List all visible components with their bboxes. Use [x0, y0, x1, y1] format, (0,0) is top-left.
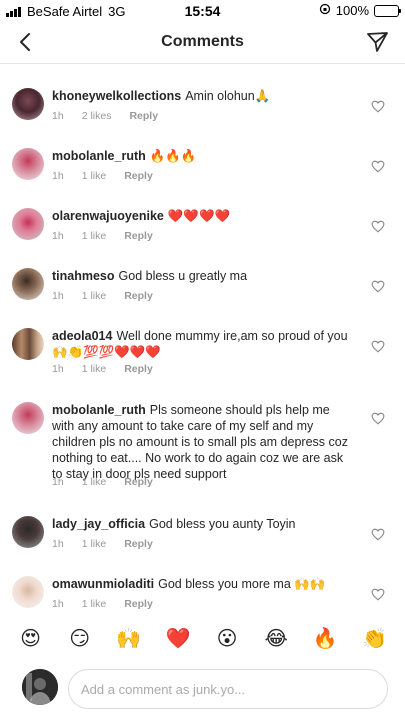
comment-text-block: mobolanle_ruth 🔥🔥🔥 — [52, 148, 352, 164]
avatar[interactable] — [12, 402, 44, 434]
like-heart-icon[interactable] — [371, 160, 385, 173]
comment-likes[interactable]: 1 like — [82, 170, 107, 182]
comment-likes[interactable]: 1 like — [82, 538, 107, 550]
reply-button[interactable]: Reply — [124, 476, 153, 488]
raised-hands-emoji-button[interactable]: 🙌 — [116, 626, 141, 650]
page-title: Comments — [161, 33, 244, 50]
comment-meta: 1h 1 like Reply — [52, 230, 153, 242]
comment-username[interactable]: tinahmeso — [52, 269, 115, 283]
avatar[interactable] — [12, 148, 44, 180]
avatar[interactable] — [12, 328, 44, 360]
comment-input-wrapper[interactable] — [68, 669, 388, 709]
comment-meta: 1h 1 like Reply — [52, 363, 153, 375]
comment-likes[interactable]: 2 likes — [82, 110, 112, 122]
clapping-hands-emoji-button[interactable]: 👏 — [362, 626, 387, 650]
comment-time: 1h — [52, 598, 64, 610]
comment-time: 1h — [52, 110, 64, 122]
comment-likes[interactable]: 1 like — [82, 598, 107, 610]
like-heart-icon[interactable] — [371, 220, 385, 233]
direct-send-icon — [367, 32, 388, 52]
comment-time: 1h — [52, 363, 64, 375]
like-heart-icon[interactable] — [371, 528, 385, 541]
avatar[interactable] — [12, 516, 44, 548]
comment-username[interactable]: omawunmioladiti — [52, 577, 154, 591]
laughing-tears-emoji-button[interactable]: 😂 — [264, 626, 288, 650]
reply-button[interactable]: Reply — [124, 363, 153, 375]
reply-button[interactable]: Reply — [124, 170, 153, 182]
comment-likes[interactable]: 1 like — [82, 230, 107, 242]
avatar[interactable] — [12, 268, 44, 300]
nav-bar: Comments — [0, 22, 405, 64]
comment-text: Amin olohun🙏 — [185, 89, 271, 103]
comment-username[interactable]: lady_jay_officia — [52, 517, 145, 531]
like-heart-icon[interactable] — [371, 340, 385, 353]
comment-composer — [0, 660, 405, 720]
comment-time: 1h — [52, 538, 64, 550]
emoji-quick-bar: 😍 😏 🙌 ❤️ 😮 😂 🔥 👏 — [0, 620, 405, 656]
comment-meta: 1h 1 like Reply — [52, 170, 153, 182]
avatar[interactable] — [12, 208, 44, 240]
comment-text-block: adeola014 Well done mummy ire,am so proud… — [52, 328, 352, 360]
comment-username[interactable]: adeola014 — [52, 329, 112, 343]
comment-username[interactable]: mobolanle_ruth — [52, 149, 146, 163]
like-heart-icon[interactable] — [371, 280, 385, 293]
share-button[interactable] — [365, 30, 389, 54]
comment-time: 1h — [52, 290, 64, 302]
comment-text-block: omawunmioladiti God bless you more ma 🙌🙌 — [52, 576, 352, 592]
reply-button[interactable]: Reply — [124, 598, 153, 610]
comment-meta: 1h 1 like Reply — [52, 290, 153, 302]
status-right: 100% — [319, 3, 401, 18]
status-bar: BeSafe Airtel 3G 15:54 100% — [0, 0, 405, 22]
comment-text-block: lady_jay_officia God bless you aunty Toyi… — [52, 516, 352, 532]
orientation-lock-icon — [319, 3, 331, 18]
comment-text-block: olarenwajuoyenike ❤️❤️❤️❤️ — [52, 208, 352, 224]
battery-icon — [374, 4, 401, 17]
comment-time: 1h — [52, 476, 64, 488]
comment-text: God bless u greatly ma — [118, 269, 248, 283]
comment-input[interactable] — [69, 670, 387, 708]
comment-meta: 1h 1 like Reply — [52, 476, 153, 488]
like-heart-icon[interactable] — [371, 412, 385, 425]
reply-button[interactable]: Reply — [124, 538, 153, 550]
comment-text-block: mobolanle_ruth Pls someone should pls hel… — [52, 402, 352, 482]
comment-time: 1h — [52, 170, 64, 182]
like-heart-icon[interactable] — [371, 588, 385, 601]
comment-text: God bless you more ma 🙌🙌 — [158, 577, 326, 591]
comment-text-block: khoneywelkollections Amin olohun🙏 — [52, 88, 352, 104]
heart-eyes-emoji-button[interactable]: 😍 — [19, 626, 43, 650]
comment-meta: 1h 1 like Reply — [52, 538, 153, 550]
avatar-photo-icon — [22, 669, 58, 705]
comment-text: God bless you aunty Toyin — [149, 517, 296, 531]
comment-text: 🔥🔥🔥 — [149, 149, 197, 163]
comment-meta: 1h 1 like Reply — [52, 598, 153, 610]
comment-meta: 1h 2 likes Reply — [52, 110, 158, 122]
fire-emoji-button[interactable]: 🔥 — [313, 626, 338, 650]
comment-likes[interactable]: 1 like — [82, 363, 107, 375]
like-heart-icon[interactable] — [371, 100, 385, 113]
comment-username[interactable]: olarenwajuoyenike — [52, 209, 164, 223]
comment-likes[interactable]: 1 like — [82, 476, 107, 488]
comment-time: 1h — [52, 230, 64, 242]
avatar[interactable] — [12, 88, 44, 120]
red-heart-emoji-button[interactable]: ❤️ — [165, 626, 190, 650]
smirk-emoji-button[interactable]: 😏 — [68, 626, 92, 650]
surprised-emoji-button[interactable]: 😮 — [215, 626, 239, 650]
reply-button[interactable]: Reply — [124, 230, 153, 242]
comment-text: ❤️❤️❤️❤️ — [167, 209, 231, 223]
reply-button[interactable]: Reply — [124, 290, 153, 302]
comment-likes[interactable]: 1 like — [82, 290, 107, 302]
comment-text-block: tinahmeso God bless u greatly ma — [52, 268, 352, 284]
battery-percent: 100% — [335, 3, 369, 18]
avatar[interactable] — [12, 576, 44, 608]
comment-username[interactable]: khoneywelkollections — [52, 89, 181, 103]
comment-username[interactable]: mobolanle_ruth — [52, 403, 146, 417]
reply-button[interactable]: Reply — [129, 110, 158, 122]
my-avatar — [22, 669, 58, 705]
